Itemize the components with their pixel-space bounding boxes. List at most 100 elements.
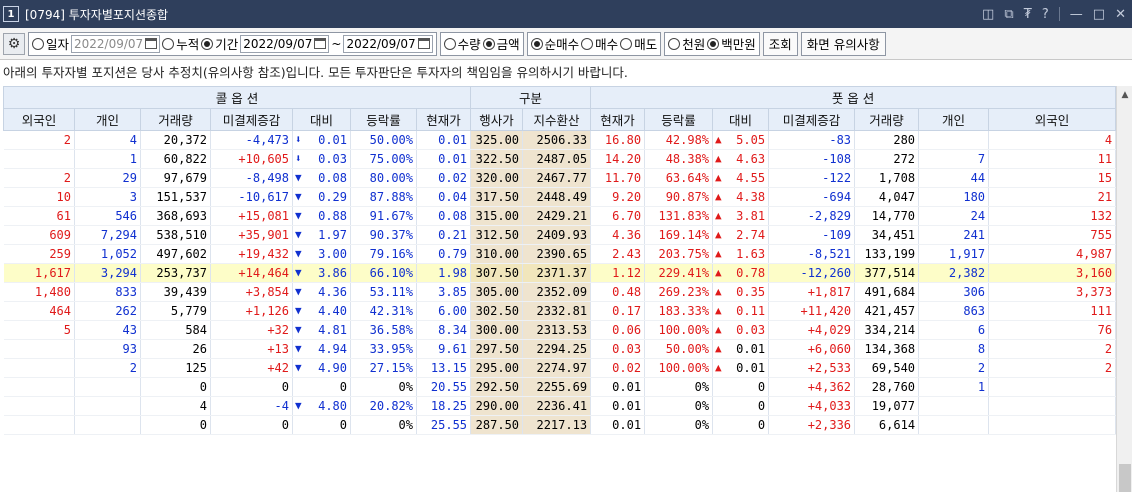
col-header[interactable]: 현재가 [590,108,646,131]
col-header[interactable]: 등락률 [644,108,714,131]
minimize-icon[interactable]: — [1070,7,1083,22]
table-row[interactable]: 609 7,294 538,510 +35,901 ▼ 1.97 90.37% 0.21 312… [3,225,1117,245]
table-row[interactable]: 93 26 +13 ▼ 4.94 33.95% 9.61 297.50 2294.25 0.03 5… [3,339,1117,359]
col-header[interactable]: 거래량 [854,108,920,131]
table-row[interactable]: 2 29 97,679 -8,498 ▼ 0.08 80.00% 0.02 320.00 2467… [3,168,1117,188]
index-conv-cell: 2371.37 [522,263,592,283]
layout-icon[interactable]: ◫ [982,7,994,22]
cell-value: 1,052 [100,247,137,261]
table-row[interactable]: 0 0 0 0% 20.55 292.50 2255.69 0.01 0% 0 +4,362 28,7… [3,377,1117,397]
cell-value: 7,294 [100,228,137,242]
table-row[interactable]: 2 4 20,372 -4,473 ⬇ 0.01 50.00% 0.01 325.00 2506.… [3,130,1117,150]
scroll-up-icon[interactable]: ▲ [1117,86,1132,104]
cell-value: 0 [199,418,207,432]
col-header[interactable]: 지수환산 [522,108,592,131]
cell-value: 3,160 [1075,266,1113,280]
calendar-icon[interactable] [417,38,430,49]
radio-quantity[interactable]: 수량 [443,34,481,53]
call-volume-cell: 5,779 [140,301,211,321]
table-row[interactable]: 464 262 5,779 +1,126 ▼ 4.40 42.31% 6.00 302.50 23… [3,301,1117,321]
scroll-thumb[interactable] [1119,464,1131,492]
cell-value: 6.00 [438,304,468,318]
table-row[interactable]: 259 1,052 497,602 +19,432 ▼ 3.00 79.16% 0.79 310… [3,244,1117,264]
calendar-icon[interactable] [314,38,327,49]
vertical-scrollbar[interactable]: ▲ [1116,86,1132,492]
help-icon[interactable]: ? [1042,7,1049,22]
table-row[interactable]: 4 -4 ▼ 4.80 20.82% 18.25 290.00 2236.41 0.01 0% 0 +… [3,396,1117,416]
put-change-cell: ▲ 4.63 [712,149,770,169]
date-single-field[interactable]: 2022/09/07 [71,34,161,53]
radio-net-buy[interactable]: 순매수 [530,34,579,53]
cell-value: 0.01 [612,380,642,394]
cell-value: 1.97 [318,228,347,242]
cell-value: 312.50 [475,228,520,242]
call-individual-cell [74,396,141,416]
table-row[interactable]: 1,617 3,294 253,737 +14,464 ▼ 3.86 66.10% 1.98 3… [3,263,1117,283]
cell-value: 310.00 [475,247,520,261]
col-header[interactable]: 개인 [918,108,990,131]
table-row[interactable]: 2 125 +42 ▼ 4.90 27.15% 13.15 295.00 2274.97 0.02… [3,358,1117,378]
radio-daily[interactable]: 일자 [32,34,69,53]
table-row[interactable]: 61 546 368,693 +15,081 ▼ 0.88 91.67% 0.08 315.00… [3,206,1117,226]
radio-period[interactable]: 기간 [201,34,238,53]
col-header[interactable]: 대비 [292,108,351,131]
table-row[interactable]: 1 60,822 +10,605 ⬇ 0.03 75.00% 0.01 322.50 2487.… [3,149,1117,169]
put-oi-change-cell: -108 [768,149,856,169]
table-row[interactable]: 5 43 584 +32 ▼ 4.81 36.58% 8.34 300.00 2313.53 0.0… [3,320,1117,340]
call-individual-cell: 833 [74,282,141,302]
close-icon[interactable]: ✕ [1115,7,1126,22]
pin-icon[interactable]: ₮ [1024,7,1032,22]
col-header[interactable]: 외국인 [988,108,1117,131]
col-header[interactable]: 행사가 [470,108,524,131]
date-to-field[interactable]: 2022/09/07 [343,34,433,53]
table-row[interactable]: 1,480 833 39,439 +3,854 ▼ 4.36 53.11% 3.85 305.0… [3,282,1117,302]
call-volume-cell: 0 [140,415,211,435]
date-from-field[interactable]: 2022/09/07 [240,34,330,53]
col-header[interactable]: 미결제증감 [768,108,856,131]
index-conv-cell: 2487.05 [522,149,592,169]
col-header[interactable]: 대비 [712,108,770,131]
cell-value: 0.08 [318,171,347,185]
cell-value: 2448.49 [536,190,588,204]
put-oi-change-cell: +4,029 [768,320,856,340]
copy-window-icon[interactable]: ⧉ [1004,7,1013,22]
col-header[interactable]: 거래량 [140,108,211,131]
col-header[interactable]: 개인 [74,108,141,131]
col-header[interactable]: 미결제증감 [210,108,293,131]
cell-value: 2390.65 [536,247,588,261]
cell-value: 307.50 [475,266,520,280]
put-price-cell: 0.17 [590,301,646,321]
call-change-cell: ⬇ 0.03 [292,149,351,169]
maximize-icon[interactable]: □ [1093,7,1105,22]
table-row[interactable]: 0 0 0 0% 25.55 287.50 2217.13 0.01 0% 0 +2,336 6,61… [3,415,1117,435]
call-price-cell: 9.61 [416,339,472,359]
call-oi-change-cell: +10,605 [210,149,293,169]
radio-million-won[interactable]: 백만원 [707,34,756,53]
cell-value: 0.11 [736,304,766,318]
col-header[interactable]: 현재가 [415,108,472,131]
cell-value: 2467.77 [536,171,588,185]
calendar-icon[interactable] [145,38,158,49]
put-foreign-cell: 132 [988,206,1117,226]
col-header[interactable]: 등락률 [350,108,417,131]
cell-value: 2371.37 [536,266,588,280]
put-foreign-cell: 3,373 [988,282,1117,302]
radio-sell[interactable]: 매도 [620,34,657,53]
table-row[interactable]: 10 3 151,537 -10,617 ▼ 0.29 87.88% 0.04 317.50 24… [3,187,1117,207]
index-conv-cell: 2429.21 [522,206,592,226]
caution-button[interactable]: 화면 유의사항 [800,31,886,56]
cell-value: 4.36 [612,228,642,242]
radio-thousand-won[interactable]: 천원 [668,34,705,53]
strike-cell: 320.00 [470,168,524,188]
put-price-cell: 0.01 [590,415,646,435]
cell-value: -108 [822,152,852,166]
radio-amount[interactable]: 금액 [482,34,520,53]
put-foreign-cell [988,377,1117,397]
col-header[interactable]: 외국인 [3,108,75,131]
radio-cumulative[interactable]: 누적 [162,34,199,53]
put-oi-change-cell: +11,420 [768,301,856,321]
radio-buy[interactable]: 매수 [581,34,618,53]
cell-value: 377,514 [864,266,916,280]
gear-icon[interactable]: ⚙ [3,32,25,55]
search-button[interactable]: 조회 [762,31,798,56]
